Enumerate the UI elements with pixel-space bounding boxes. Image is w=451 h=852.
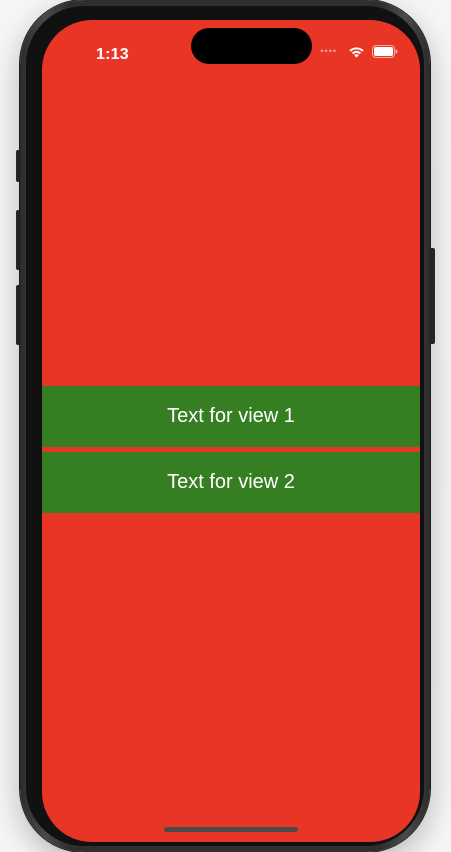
power-button xyxy=(430,248,435,344)
phone-bezel: 1:13 •••• Text for view 1 Text for view … xyxy=(26,6,424,846)
view-1: Text for view 1 xyxy=(42,386,420,447)
battery-icon xyxy=(372,44,398,58)
signal-dots-icon: •••• xyxy=(320,46,337,56)
view-2: Text for view 2 xyxy=(42,452,420,513)
device-stage: 1:13 •••• Text for view 1 Text for view … xyxy=(0,0,451,852)
view-2-label: Text for view 2 xyxy=(167,471,295,493)
phone-frame: 1:13 •••• Text for view 1 Text for view … xyxy=(20,0,430,852)
view-1-label: Text for view 1 xyxy=(167,405,295,427)
home-indicator[interactable] xyxy=(164,827,298,832)
wifi-icon xyxy=(348,45,365,58)
dynamic-island xyxy=(191,28,312,64)
status-icons: •••• xyxy=(320,42,398,60)
status-time: 1:13 xyxy=(96,46,129,63)
app-screen: 1:13 •••• Text for view 1 Text for view … xyxy=(42,20,420,842)
